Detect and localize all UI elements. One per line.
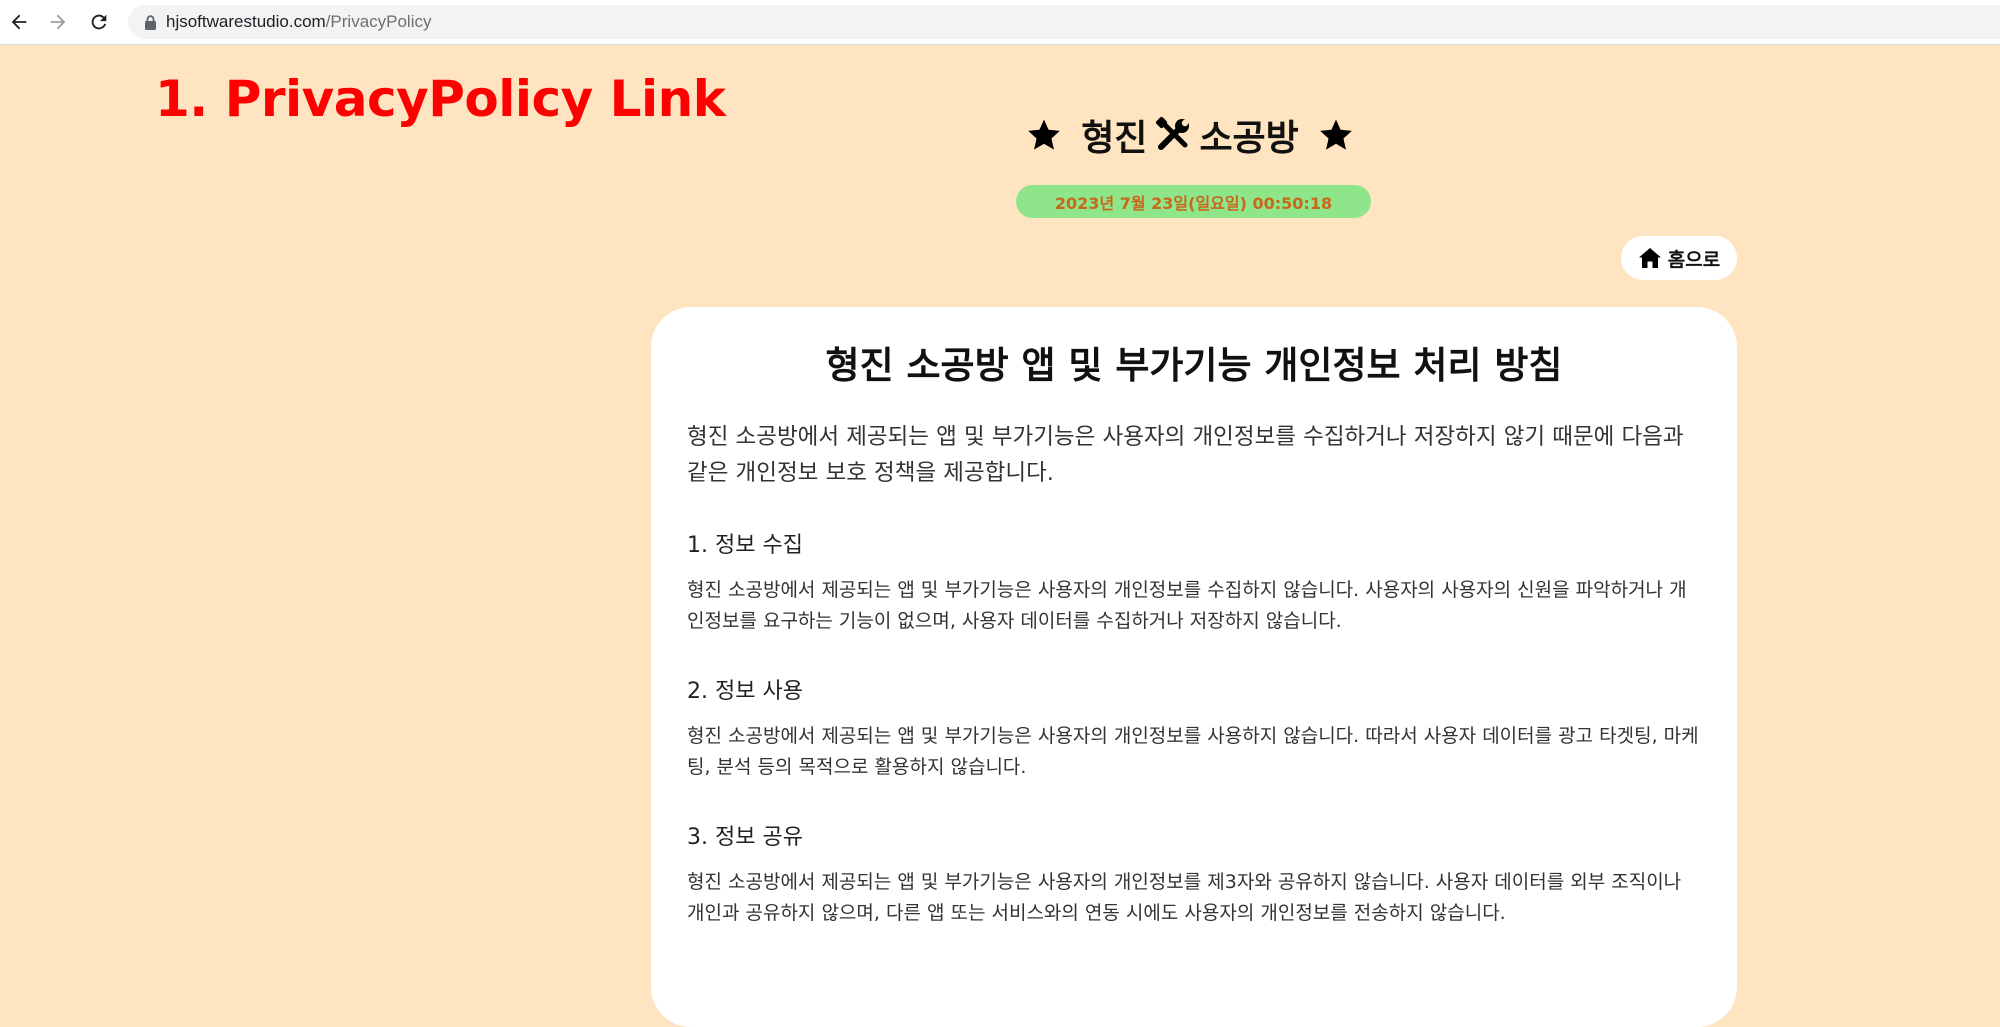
home-icon (1638, 247, 1662, 269)
reload-button[interactable] (84, 7, 114, 37)
arrow-right-icon (50, 14, 66, 30)
browser-toolbar: hjsoftwarestudio.com/PrivacyPolicy (0, 0, 2000, 45)
annotation-label: 1. PrivacyPolicy Link (155, 70, 726, 128)
site-title-left: 형진 (1081, 118, 1148, 159)
section-heading: 3. 정보 공유 (687, 825, 803, 850)
policy-title: 형진 소공방 앱 및 부가기능 개인정보 처리 방침 (825, 344, 1563, 387)
policy-intro: 형진 소공방에서 제공되는 앱 및 부가기능은 사용자의 개인정보를 수집하거나… (687, 424, 1684, 486)
url-path: /PrivacyPolicy (325, 12, 432, 31)
star-icon (1025, 116, 1063, 154)
section-body: 형진 소공방에서 제공되는 앱 및 부가기능은 사용자의 개인정보를 사용하지 … (687, 725, 1699, 778)
address-bar[interactable]: hjsoftwarestudio.com/PrivacyPolicy (128, 5, 2000, 39)
section-body: 형진 소공방에서 제공되는 앱 및 부가기능은 사용자의 개인정보를 수집하지 … (687, 579, 1687, 632)
site-header: 형진 소공방 (950, 105, 1430, 165)
section-body: 형진 소공방에서 제공되는 앱 및 부가기능은 사용자의 개인정보를 제3자와 … (687, 871, 1682, 924)
policy-section: 3. 정보 공유 형진 소공방에서 제공되는 앱 및 부가기능은 사용자의 개인… (687, 823, 1701, 929)
home-label: 홈으로 (1667, 248, 1721, 271)
url-domain: hjsoftwarestudio.com (166, 12, 326, 31)
site-title-right: 소공방 (1199, 118, 1299, 159)
star-icon (1317, 116, 1355, 154)
back-button[interactable] (4, 7, 34, 37)
url-text: hjsoftwarestudio.com/PrivacyPolicy (166, 12, 432, 32)
policy-card: 형진 소공방 앱 및 부가기능 개인정보 처리 방침 형진 소공방에서 제공되는… (651, 307, 1737, 1027)
date-badge: 2023년 7월 23일(일요일) 00:50:18 (1016, 185, 1371, 218)
arrow-left-icon (11, 14, 27, 30)
policy-section: 2. 정보 사용 형진 소공방에서 제공되는 앱 및 부가기능은 사용자의 개인… (687, 677, 1701, 783)
section-heading: 1. 정보 수집 (687, 533, 803, 558)
reload-icon (91, 14, 107, 30)
section-heading: 2. 정보 사용 (687, 679, 803, 704)
site-title: 형진 소공방 (1081, 109, 1299, 161)
forward-button[interactable] (43, 7, 73, 37)
policy-section: 1. 정보 수집 형진 소공방에서 제공되는 앱 및 부가기능은 사용자의 개인… (687, 531, 1701, 637)
home-button[interactable]: 홈으로 (1621, 236, 1737, 280)
tools-icon (1153, 115, 1193, 155)
lock-icon (142, 14, 158, 30)
